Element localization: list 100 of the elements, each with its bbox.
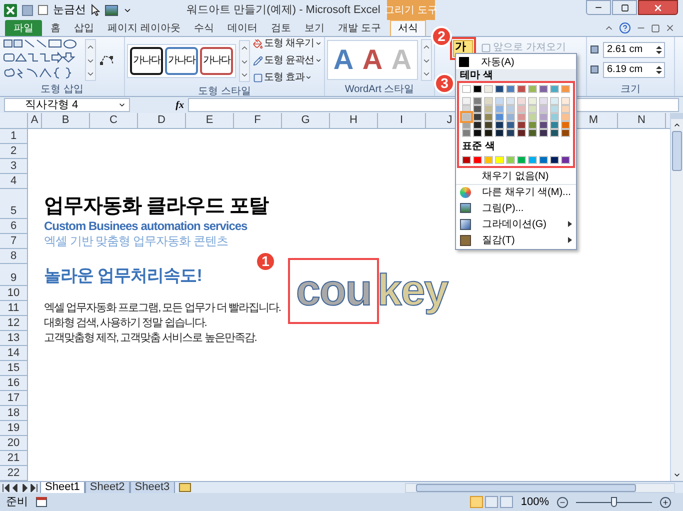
row-header[interactable]: 4: [0, 174, 28, 189]
color-swatch[interactable]: [528, 105, 537, 113]
color-swatch[interactable]: [517, 156, 526, 164]
zoom-out-button[interactable]: [557, 496, 568, 508]
menu-item[interactable]: 그라데이션(G): [456, 216, 576, 232]
column-header[interactable]: B: [42, 113, 90, 128]
color-swatch[interactable]: [539, 156, 548, 164]
gridlines-checkbox[interactable]: [38, 5, 48, 15]
view-button[interactable]: [484, 496, 498, 508]
column-header[interactable]: C: [90, 113, 138, 128]
menu-item[interactable]: 채우기 없음(N): [456, 168, 576, 184]
ribbon-tab[interactable]: 검토: [266, 20, 296, 36]
color-swatch[interactable]: [462, 113, 471, 121]
sheet-navigation-icon[interactable]: [2, 484, 38, 492]
color-swatch[interactable]: [561, 105, 570, 113]
column-header[interactable]: I: [378, 113, 426, 128]
scroll-thumb[interactable]: [672, 131, 682, 171]
name-box[interactable]: 직사각형 4: [4, 98, 130, 112]
color-swatch[interactable]: [495, 85, 504, 93]
color-swatch[interactable]: [561, 121, 570, 129]
sheet-tab[interactable]: Sheet1: [40, 482, 85, 494]
row-header[interactable]: 16: [0, 376, 28, 391]
cursor-icon[interactable]: [91, 4, 100, 16]
column-header[interactable]: F: [234, 113, 282, 128]
color-swatch[interactable]: [462, 156, 471, 164]
row-header[interactable]: 22: [0, 466, 28, 481]
color-swatch[interactable]: [473, 97, 482, 105]
color-swatch[interactable]: [473, 129, 482, 137]
spin-arrows-icon[interactable]: [656, 64, 662, 74]
edit-points-icon[interactable]: [99, 54, 115, 66]
color-swatch[interactable]: [495, 121, 504, 129]
function-label[interactable]: fx: [176, 98, 184, 112]
color-swatch[interactable]: [528, 156, 537, 164]
color-swatch[interactable]: [473, 113, 482, 121]
color-swatch[interactable]: [517, 121, 526, 129]
ribbon-tab[interactable]: 서식: [390, 20, 426, 36]
color-swatch[interactable]: [517, 97, 526, 105]
row-header[interactable]: 1: [0, 129, 28, 144]
color-swatch[interactable]: [561, 156, 570, 164]
color-swatch[interactable]: [495, 105, 504, 113]
size-field[interactable]: 2.61 cm: [603, 42, 665, 58]
zoom-level[interactable]: 100%: [520, 494, 549, 510]
color-swatch[interactable]: [473, 156, 482, 164]
shape-style-preset[interactable]: 가나다: [200, 46, 233, 74]
ribbon-tab[interactable]: 삽입: [69, 20, 100, 36]
horizontal-scrollbar[interactable]: [405, 482, 675, 492]
ribbon-tab[interactable]: 데이터: [222, 20, 263, 36]
picture-icon[interactable]: [105, 4, 118, 16]
ribbon-tab[interactable]: 보기: [300, 20, 330, 36]
save-icon[interactable]: [22, 4, 33, 16]
row-header[interactable]: 21: [0, 451, 28, 466]
row-header[interactable]: 3: [0, 159, 28, 174]
menu-item[interactable]: 질감(T): [456, 232, 576, 248]
row-header[interactable]: 2: [0, 144, 28, 159]
color-swatch[interactable]: [517, 105, 526, 113]
color-swatch[interactable]: [484, 156, 493, 164]
color-swatch[interactable]: [506, 129, 515, 137]
menu-item[interactable]: 그림(P)...: [456, 200, 576, 216]
shape-style-preset[interactable]: 가나다: [130, 46, 163, 74]
sheet-tab[interactable]: Sheet3: [130, 482, 175, 494]
shape-style-preset[interactable]: 가나다: [165, 46, 198, 74]
sheet-tab[interactable]: Sheet2: [84, 482, 130, 494]
maximize-button[interactable]: [612, 0, 637, 15]
color-swatch[interactable]: [550, 129, 559, 137]
view-button[interactable]: [500, 496, 513, 508]
column-header[interactable]: D: [138, 113, 186, 128]
gallery-scroll-arrows[interactable]: [421, 38, 432, 80]
size-field[interactable]: 6.19 cm: [603, 62, 665, 78]
color-swatch[interactable]: [495, 97, 504, 105]
color-swatch[interactable]: [517, 113, 526, 121]
macro-record-icon[interactable]: [36, 497, 47, 507]
color-swatch[interactable]: [561, 85, 570, 93]
color-swatch[interactable]: [528, 97, 537, 105]
shape-format-button[interactable]: 도형 윤곽선: [253, 53, 322, 68]
insert-sheet-icon[interactable]: [178, 483, 191, 492]
restore-icon[interactable]: [651, 24, 660, 32]
color-swatch[interactable]: [539, 97, 548, 105]
color-swatch[interactable]: [528, 113, 537, 121]
color-swatch[interactable]: [462, 129, 471, 137]
color-swatch[interactable]: [539, 85, 548, 93]
color-swatch[interactable]: [495, 156, 504, 164]
row-header[interactable]: 9: [0, 264, 28, 286]
column-header[interactable]: H: [330, 113, 378, 128]
color-swatch[interactable]: [473, 85, 482, 93]
color-swatch[interactable]: [484, 97, 493, 105]
color-swatch[interactable]: [550, 121, 559, 129]
color-swatch[interactable]: [539, 121, 548, 129]
row-header[interactable]: 7: [0, 234, 28, 249]
zoom-slider[interactable]: [576, 497, 652, 507]
column-header[interactable]: G: [282, 113, 330, 128]
color-swatch[interactable]: [484, 121, 493, 129]
wordart-style-preset[interactable]: A: [330, 42, 357, 76]
menu-item[interactable]: 자동(A): [456, 55, 576, 69]
color-swatch[interactable]: [539, 113, 548, 121]
ribbon-tab[interactable]: 홈: [46, 20, 66, 36]
ribbon-tab[interactable]: 개발 도구: [333, 20, 386, 36]
spin-arrows-icon[interactable]: [656, 44, 662, 54]
row-header[interactable]: 15: [0, 361, 28, 376]
gridlines-label[interactable]: 눈금선: [53, 2, 86, 18]
color-swatch[interactable]: [506, 121, 515, 129]
